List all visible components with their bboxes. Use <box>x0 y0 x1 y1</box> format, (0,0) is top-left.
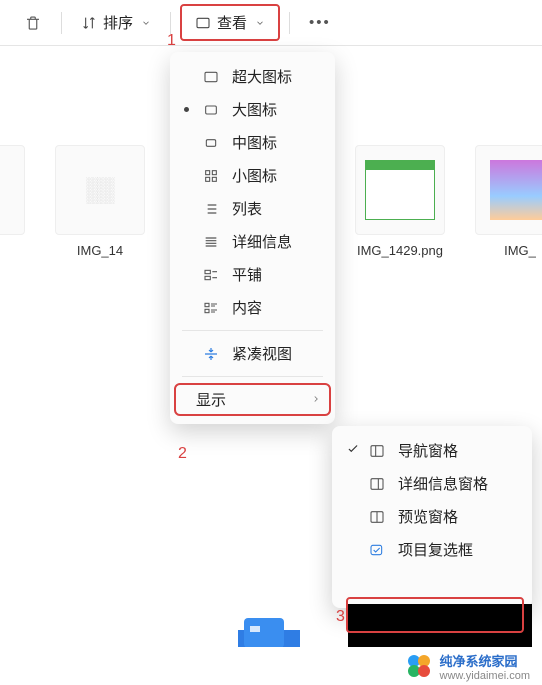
more-button[interactable]: ••• <box>299 10 341 35</box>
view-menu-item-extra-large[interactable]: 超大图标 <box>174 60 331 93</box>
file-name: IMG_ <box>475 243 542 258</box>
annotation-1: 1 <box>167 32 176 50</box>
check-icon <box>346 442 360 460</box>
file-item[interactable]: ng <box>0 145 25 258</box>
file-thumbnail <box>0 145 25 235</box>
view-menu-item-list[interactable]: 列表 <box>174 192 331 225</box>
view-icon <box>195 15 211 31</box>
file-name: IMG_1429.png <box>355 243 445 258</box>
file-item[interactable]: IMG_ <box>475 145 542 258</box>
watermark-url: www.yidaimei.com <box>440 670 530 682</box>
sort-label: 排序 <box>103 12 133 33</box>
watermark-text: 纯净系统家园 www.yidaimei.com <box>440 651 530 682</box>
file-name: ng <box>0 243 25 258</box>
toolbar-divider <box>289 12 290 34</box>
menu-item-label: 项目复选框 <box>398 539 473 560</box>
view-menu-item-content[interactable]: 内容 <box>174 291 331 324</box>
sort-icon <box>81 15 97 31</box>
view-menu-item-large[interactable]: 大图标 <box>174 93 331 126</box>
watermark-logo-icon <box>406 653 432 679</box>
view-menu-item-small[interactable]: 小图标 <box>174 159 331 192</box>
medium-icons-icon <box>202 134 220 152</box>
annotation-3: 3 <box>336 608 345 626</box>
navigation-pane-icon <box>368 442 386 460</box>
preview-pane-icon <box>368 508 386 526</box>
menu-item-label: 列表 <box>232 198 262 219</box>
show-submenu-item-checkboxes[interactable]: 项目复选框 <box>336 533 528 566</box>
file-thumbnail <box>355 145 445 235</box>
menu-item-label: 显示 <box>196 389 226 410</box>
file-thumbnail: ░░░░░░░░░░░░░░░ <box>55 145 145 235</box>
file-name: IMG_14 <box>55 243 145 258</box>
details-pane-icon <box>368 475 386 493</box>
show-submenu-item-preview-pane[interactable]: 预览窗格 <box>336 500 528 533</box>
menu-item-label: 紧凑视图 <box>232 343 292 364</box>
show-submenu-item-details-pane[interactable]: 详细信息窗格 <box>336 467 528 500</box>
menu-item-label: 预览窗格 <box>398 506 458 527</box>
menu-item-label: 平铺 <box>232 264 262 285</box>
view-menu-item-compact[interactable]: 紧凑视图 <box>174 337 331 370</box>
toolbar: 排序 查看 ••• <box>0 0 542 46</box>
annotation-2: 2 <box>178 445 187 463</box>
menu-item-label: 详细信息窗格 <box>398 473 488 494</box>
checkbox-icon <box>368 541 386 559</box>
chevron-right-icon <box>311 391 321 408</box>
trash-icon <box>24 14 42 32</box>
redaction-box <box>348 604 532 652</box>
ellipsis-icon: ••• <box>309 14 331 31</box>
view-menu-item-show[interactable]: 显示 <box>174 383 331 416</box>
menu-item-label: 导航窗格 <box>398 440 458 461</box>
view-button-highlight: 查看 <box>180 4 280 41</box>
chevron-down-icon <box>141 18 151 28</box>
view-menu-item-tiles[interactable]: 平铺 <box>174 258 331 291</box>
list-icon <box>202 200 220 218</box>
view-menu: 超大图标 大图标 中图标 小图标 列表 详细信息 平铺 内容 紧凑视图 显示 <box>170 52 335 424</box>
watermark-title: 纯净系统家园 <box>440 654 518 669</box>
view-label: 查看 <box>217 12 247 33</box>
view-menu-item-details[interactable]: 详细信息 <box>174 225 331 258</box>
menu-item-label: 小图标 <box>232 165 277 186</box>
show-submenu-item-navigation-pane[interactable]: 导航窗格 <box>336 434 528 467</box>
menu-separator <box>182 330 323 331</box>
details-icon <box>202 233 220 251</box>
tiles-icon <box>202 266 220 284</box>
menu-item-label: 中图标 <box>232 132 277 153</box>
menu-separator <box>182 376 323 377</box>
delete-button[interactable] <box>14 10 52 36</box>
extra-large-icons-icon <box>202 68 220 86</box>
toolbar-divider <box>61 12 62 34</box>
show-submenu-item-hidden[interactable] <box>336 566 528 600</box>
file-thumbnail <box>475 145 542 235</box>
menu-item-label: 内容 <box>232 297 262 318</box>
chevron-down-icon <box>255 18 265 28</box>
menu-item-label: 超大图标 <box>232 66 292 87</box>
menu-item-label: 详细信息 <box>232 231 292 252</box>
show-submenu: 导航窗格 详细信息窗格 预览窗格 项目复选框 <box>332 426 532 608</box>
toolbar-divider <box>170 12 171 34</box>
compact-view-icon <box>202 345 220 363</box>
watermark: 纯净系统家园 www.yidaimei.com <box>0 647 542 685</box>
content-icon <box>202 299 220 317</box>
file-item[interactable]: IMG_1429.png <box>355 145 445 258</box>
menu-item-label: 大图标 <box>232 99 277 120</box>
sort-button[interactable]: 排序 <box>71 8 161 37</box>
small-icons-icon <box>202 167 220 185</box>
view-button[interactable]: 查看 <box>187 8 273 37</box>
view-menu-item-medium[interactable]: 中图标 <box>174 126 331 159</box>
large-icons-icon <box>202 101 220 119</box>
file-item[interactable]: ░░░░░░░░░░░░░░░ IMG_14 <box>55 145 145 258</box>
selected-bullet-icon <box>184 107 189 112</box>
